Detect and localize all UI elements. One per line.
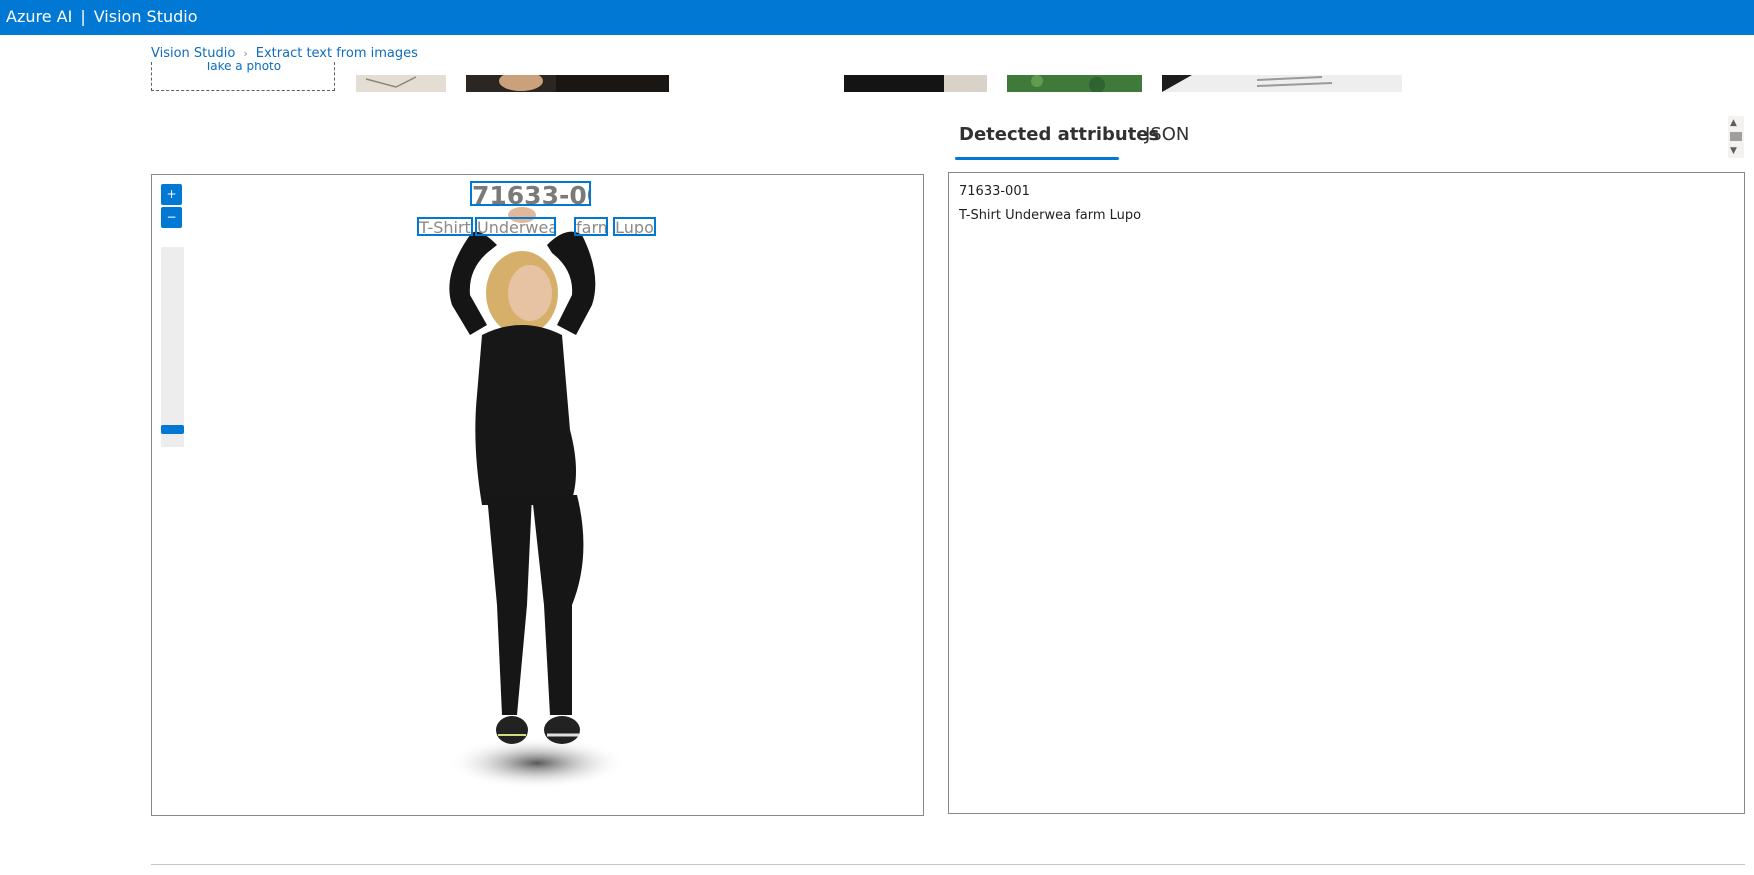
breadcrumb-item-extract-text[interactable]: Extract text from images [256, 46, 418, 61]
analyzed-photo [447, 207, 627, 789]
sample-thumbnail-2[interactable] [466, 75, 669, 92]
breadcrumb-item-vision-studio[interactable]: Vision Studio [151, 46, 235, 61]
scrollbar-thumb[interactable] [1730, 132, 1742, 141]
top-bar: Azure AI | Vision Studio [0, 0, 1754, 35]
tab-detected-attributes[interactable]: Detected attributes [959, 124, 1159, 145]
brand-separator: | [80, 7, 86, 26]
sample-thumbnail-image [356, 75, 446, 92]
divider [151, 864, 1745, 865]
product-name: Azure AI [6, 7, 73, 26]
tab-json[interactable]: JSON [1145, 124, 1189, 145]
ocr-word-box[interactable]: T-Shirt [417, 217, 473, 236]
sample-thumbnail-image [1007, 75, 1142, 92]
result-line: 71633-001 [959, 184, 1030, 199]
ocr-word-box[interactable]: farm [574, 217, 608, 236]
scroll-down-icon[interactable]: ▼ [1730, 146, 1737, 156]
sample-thumbnail-5[interactable] [1162, 75, 1402, 92]
sample-thumbnail-image [844, 75, 987, 92]
app-name: Vision Studio [93, 7, 198, 26]
ocr-word-box[interactable]: Lupo [613, 217, 656, 236]
sample-thumbnail-image [466, 75, 669, 92]
ocr-word-box[interactable]: Underwea [475, 217, 556, 236]
take-photo-tile[interactable]: Take a photo [151, 62, 335, 91]
app-brand[interactable]: Azure AI | Vision Studio [6, 0, 198, 33]
sample-thumbnail-4[interactable] [1007, 75, 1142, 92]
active-tab-indicator [955, 157, 1119, 160]
scroll-up-icon[interactable]: ▲ [1730, 118, 1737, 128]
sample-thumbnail-1[interactable] [356, 75, 446, 92]
tabs-scrollbar[interactable]: ▲ ▼ [1728, 116, 1744, 158]
detected-attributes-panel: 71633-001 T-Shirt Underwea farm Lupo [948, 172, 1745, 814]
result-line: T-Shirt Underwea farm Lupo [959, 208, 1142, 223]
image-canvas[interactable]: + − 71633-001 T-Shirt [151, 174, 924, 816]
sample-thumbnail-image [1162, 75, 1402, 92]
ocr-word-box[interactable]: 71633-001 [470, 181, 591, 206]
breadcrumb: Vision Studio › Extract text from images [151, 46, 418, 61]
take-photo-label: Take a photo [204, 62, 282, 73]
chevron-right-icon: › [243, 47, 248, 60]
sample-thumbnail-3[interactable] [844, 75, 987, 92]
